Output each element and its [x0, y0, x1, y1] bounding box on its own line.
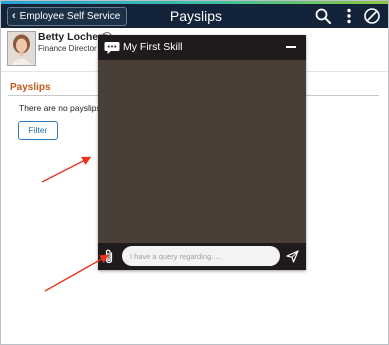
app-frame: ‹ Employee Self Service Payslips Betty L… — [0, 0, 389, 345]
filter-button[interactable]: Filter — [18, 121, 58, 140]
paperclip-icon[interactable] — [104, 249, 114, 264]
chat-title: My First Skill — [123, 41, 183, 53]
chevron-left-icon: ‹ — [12, 10, 16, 22]
page-title: Payslips — [169, 8, 223, 24]
avatar-photo — [8, 32, 35, 65]
chat-bubble-icon — [104, 42, 120, 54]
back-button[interactable]: ‹ Employee Self Service — [7, 7, 128, 26]
empty-state-message: There are no payslips — [19, 103, 101, 113]
chat-panel: My First Skill — [98, 35, 306, 270]
section-divider — [8, 95, 98, 96]
chat-query-input[interactable] — [122, 246, 280, 266]
section-divider-right — [306, 95, 379, 96]
top-header-bar: ‹ Employee Self Service Payslips — [1, 4, 388, 28]
employee-job-title: Finance Director — [38, 44, 97, 53]
back-button-label: Employee Self Service — [19, 11, 121, 22]
search-icon[interactable] — [314, 7, 332, 25]
navbar-compass-icon[interactable] — [363, 7, 381, 25]
section-title: Payslips — [10, 82, 51, 93]
send-icon[interactable] — [286, 250, 299, 263]
minimize-icon[interactable] — [286, 46, 296, 48]
chat-header: My First Skill — [98, 35, 306, 60]
avatar[interactable] — [7, 31, 36, 66]
chat-footer — [98, 243, 306, 270]
more-vertical-icon[interactable] — [340, 7, 358, 25]
